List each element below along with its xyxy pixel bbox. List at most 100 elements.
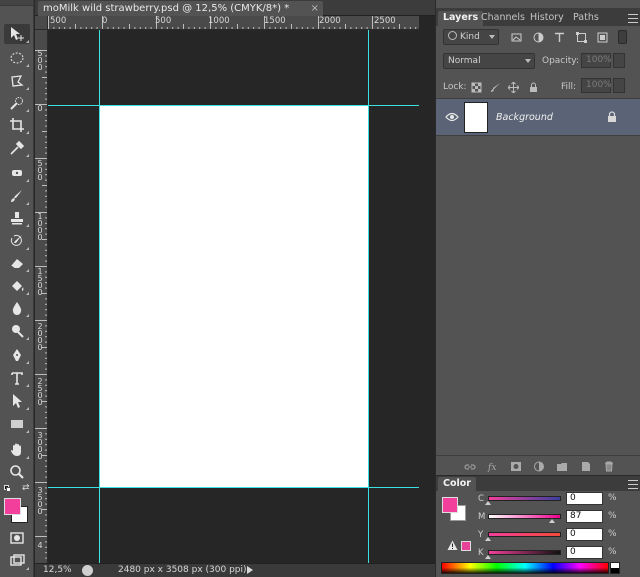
vertical-ruler[interactable]: 500 0 500 1000 1500 2000 2500 3000 3500 …: [35, 30, 48, 563]
black-value-field[interactable]: 0: [566, 546, 603, 559]
quick-selection-tool-icon[interactable]: [4, 93, 30, 113]
lock-label: Lock:: [443, 82, 467, 92]
color-panel: C 0 % M 87 % Y 0 % K 0 %: [436, 491, 640, 577]
layer-row-background[interactable]: Background: [436, 98, 640, 136]
layer-filter-kind-dropdown[interactable]: Kind: [443, 29, 499, 45]
adjustment-filter-icon[interactable]: [532, 31, 544, 43]
layers-panel-footer: fx: [436, 455, 640, 475]
gamut-correction-swatch[interactable]: [461, 541, 471, 551]
gamut-warning-icon[interactable]: [447, 540, 458, 551]
pen-tool-icon[interactable]: [4, 345, 30, 365]
layers-panel-tabs: Layers Channels History Paths: [436, 8, 640, 26]
swap-colors-icon[interactable]: ⇄: [22, 484, 31, 493]
history-brush-tool-icon[interactable]: [4, 231, 30, 251]
black-slider-track[interactable]: [488, 550, 561, 555]
yellow-slider-row: Y 0 %: [478, 528, 638, 542]
opacity-field[interactable]: 100%: [581, 53, 612, 68]
rectangle-tool-icon[interactable]: [4, 414, 30, 434]
fill-dropdown-arrow-icon[interactable]: [613, 78, 625, 93]
layer-style-fx-icon[interactable]: fx: [486, 460, 499, 472]
color-panel-menu-icon[interactable]: [628, 480, 638, 489]
black-slider-knob[interactable]: [485, 555, 491, 559]
blur-tool-icon[interactable]: [4, 298, 30, 318]
lock-transparent-pixels-icon[interactable]: [470, 81, 482, 93]
default-colors-icon[interactable]: [4, 485, 11, 492]
crop-tool-icon[interactable]: [4, 115, 30, 135]
spot-healing-brush-icon[interactable]: [4, 163, 30, 183]
layer-thumbnail[interactable]: [464, 102, 488, 133]
eye-icon[interactable]: [445, 111, 459, 123]
shape-filter-icon[interactable]: [575, 31, 587, 43]
magenta-value-field[interactable]: 87: [566, 510, 603, 523]
black-white-swatch[interactable]: [610, 562, 620, 574]
zoom-level[interactable]: 12,5%: [43, 565, 72, 575]
document-canvas[interactable]: [100, 106, 369, 488]
tab-history[interactable]: History: [525, 11, 569, 26]
guide-horizontal-bottom[interactable]: [48, 487, 419, 488]
lasso-tool-icon[interactable]: [4, 71, 30, 91]
zoom-tool-icon[interactable]: [4, 462, 30, 482]
screen-mode-icon[interactable]: [4, 551, 30, 571]
cyan-value-field[interactable]: 0: [566, 492, 603, 505]
eraser-tool-icon[interactable]: [4, 253, 30, 273]
type-tool-icon[interactable]: [4, 368, 30, 388]
color-spectrum-bar[interactable]: [441, 562, 609, 574]
close-tab-icon[interactable]: ×: [311, 1, 319, 16]
fill-field[interactable]: 100%: [581, 78, 612, 93]
lock-all-icon[interactable]: [527, 81, 539, 93]
brush-tool-icon[interactable]: [4, 186, 30, 206]
add-mask-icon[interactable]: [509, 460, 522, 472]
foreground-color-swatch[interactable]: [4, 498, 21, 515]
clone-stamp-tool-icon[interactable]: [4, 208, 30, 228]
layer-name[interactable]: Background: [496, 112, 553, 123]
status-menu-arrow-icon[interactable]: [247, 566, 253, 574]
path-selection-tool-icon[interactable]: [4, 391, 30, 411]
marquee-tool-icon[interactable]: [4, 48, 30, 68]
yellow-label: Y: [478, 530, 484, 540]
new-adjustment-layer-icon[interactable]: [532, 460, 545, 472]
tab-channels[interactable]: Channels: [476, 11, 530, 26]
opacity-dropdown-arrow-icon[interactable]: [613, 53, 625, 68]
quick-mask-icon[interactable]: [4, 528, 30, 548]
lock-position-icon[interactable]: [507, 81, 519, 93]
dodge-tool-icon[interactable]: [4, 321, 30, 341]
cyan-slider-knob[interactable]: [485, 501, 491, 505]
document-tab[interactable]: moMilk wild strawberry.psd @ 12,5% (CMYK…: [38, 1, 323, 16]
paint-bucket-tool-icon[interactable]: [4, 276, 30, 296]
lock-image-pixels-icon[interactable]: [489, 81, 501, 93]
magenta-slider-knob[interactable]: [548, 519, 555, 523]
guide-vertical-left[interactable]: [99, 30, 100, 563]
fill-value: 100%: [586, 80, 612, 90]
magenta-label: M: [478, 512, 486, 522]
blend-mode-dropdown[interactable]: Normal: [443, 53, 535, 69]
new-group-folder-icon[interactable]: [555, 460, 568, 472]
filter-toggle[interactable]: [618, 30, 627, 44]
delete-layer-trash-icon[interactable]: [602, 460, 615, 472]
tools-grip[interactable]: [0, 0, 33, 6]
tab-paths[interactable]: Paths: [568, 11, 604, 26]
eyedropper-tool-icon[interactable]: [4, 138, 30, 158]
hand-tool-icon[interactable]: [4, 440, 30, 460]
guide-vertical-right[interactable]: [368, 30, 369, 563]
smart-object-filter-icon[interactable]: [596, 31, 608, 43]
ruler-v-label: 500: [37, 159, 43, 182]
yellow-slider-knob[interactable]: [485, 537, 491, 541]
yellow-slider-track[interactable]: [488, 532, 561, 537]
ruler-origin[interactable]: [35, 16, 48, 30]
horizontal-ruler[interactable]: 500 0 500 1000 1500 2000 2500: [48, 16, 419, 30]
guide-horizontal-top[interactable]: [48, 105, 419, 106]
link-layers-icon[interactable]: [463, 460, 476, 472]
new-layer-icon[interactable]: [579, 460, 592, 472]
color-foreground-swatch[interactable]: [442, 497, 458, 513]
canvas-area[interactable]: [48, 30, 419, 563]
cyan-slider-track[interactable]: [488, 496, 561, 501]
move-tool-icon[interactable]: [4, 24, 30, 44]
cyan-label: C: [478, 494, 484, 504]
black-label: K: [478, 548, 484, 558]
panel-menu-icon[interactable]: [628, 14, 638, 23]
yellow-value-field[interactable]: 0: [566, 528, 603, 541]
panel-gutter: [419, 16, 435, 563]
pixel-filter-icon[interactable]: [510, 31, 522, 43]
tab-color[interactable]: Color: [438, 477, 476, 492]
type-filter-icon[interactable]: [553, 31, 565, 43]
